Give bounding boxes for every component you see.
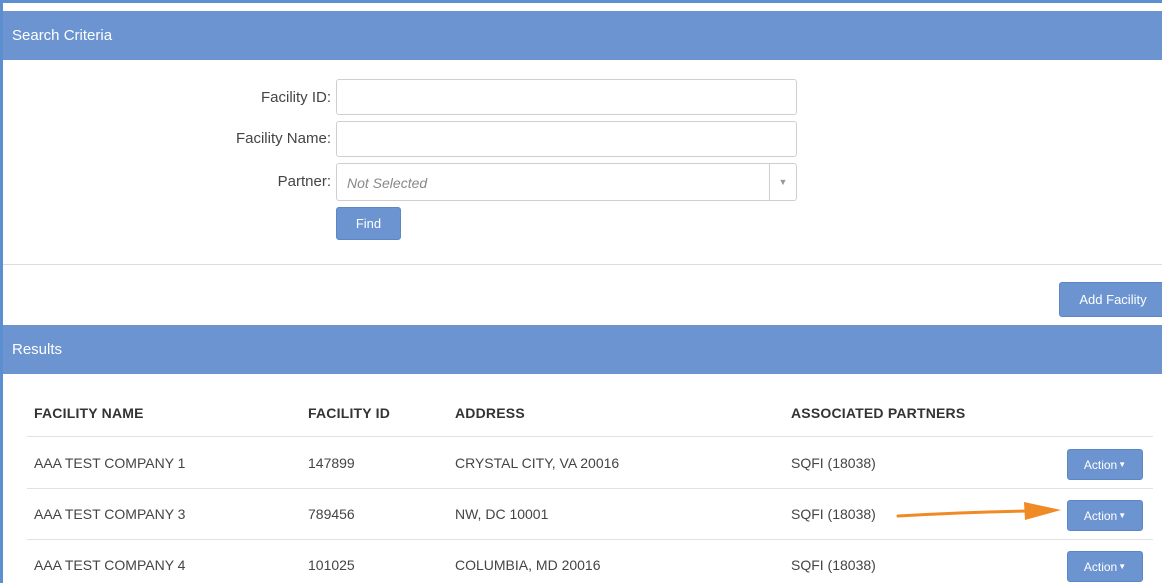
caret-down-icon: ▼ [1118, 460, 1127, 469]
action-dropdown-button[interactable]: Action ▼ [1067, 449, 1143, 480]
column-header-address[interactable]: ADDRESS [455, 405, 525, 421]
add-facility-button[interactable]: Add Facility [1059, 282, 1162, 317]
action-dropdown-button[interactable]: Action ▼ [1067, 551, 1143, 582]
cell-facility-id: 147899 [308, 455, 355, 471]
page-frame: Search Criteria Facility ID: Facility Na… [0, 0, 1162, 583]
cell-associated-partners: SQFI (18038) [791, 506, 876, 522]
results-title: Results [12, 341, 63, 358]
row-divider [27, 539, 1153, 540]
facility-name-label: Facility Name: [235, 130, 331, 147]
cell-address: CRYSTAL CITY, VA 20016 [455, 455, 620, 471]
cell-facility-name: AAA TEST COMPANY 1 [34, 455, 186, 471]
results-header: Results [3, 325, 1162, 374]
table-header-divider [27, 436, 1153, 437]
search-criteria-header: Search Criteria [3, 11, 1162, 60]
column-header-facility-name[interactable]: FACILITY NAME [34, 405, 144, 421]
cell-facility-id: 101025 [308, 557, 355, 573]
facility-id-label: Facility ID: [260, 89, 331, 106]
action-label: Action [1083, 508, 1118, 523]
cell-associated-partners: SQFI (18038) [791, 455, 876, 471]
cell-address: NW, DC 10001 [455, 506, 549, 522]
annotation-arrow-icon [896, 502, 1061, 520]
facility-name-input[interactable] [336, 121, 797, 157]
cell-facility-id: 789456 [308, 506, 355, 522]
column-header-facility-id[interactable]: FACILITY ID [308, 405, 390, 421]
action-label: Action [1083, 559, 1118, 574]
action-dropdown-button[interactable]: Action ▼ [1067, 500, 1143, 531]
caret-down-icon: ▼ [1118, 562, 1127, 571]
cell-facility-name: AAA TEST COMPANY 3 [34, 506, 186, 522]
action-label: Action [1083, 457, 1118, 472]
search-divider [3, 264, 1162, 265]
cell-facility-name: AAA TEST COMPANY 4 [34, 557, 186, 573]
row-divider [27, 488, 1153, 489]
facility-id-input[interactable] [336, 79, 797, 115]
column-header-associated-partners[interactable]: ASSOCIATED PARTNERS [791, 405, 965, 421]
chevron-down-icon[interactable]: ▼ [769, 164, 796, 200]
caret-down-icon: ▼ [1118, 511, 1127, 520]
partner-label: Partner: [277, 173, 331, 190]
cell-address: COLUMBIA, MD 20016 [455, 557, 601, 573]
cell-associated-partners: SQFI (18038) [791, 557, 876, 573]
find-button[interactable]: Find [336, 207, 401, 240]
partner-select[interactable]: Not Selected ▼ [336, 163, 797, 201]
partner-select-placeholder: Not Selected [347, 175, 428, 191]
search-criteria-title: Search Criteria [12, 27, 113, 44]
